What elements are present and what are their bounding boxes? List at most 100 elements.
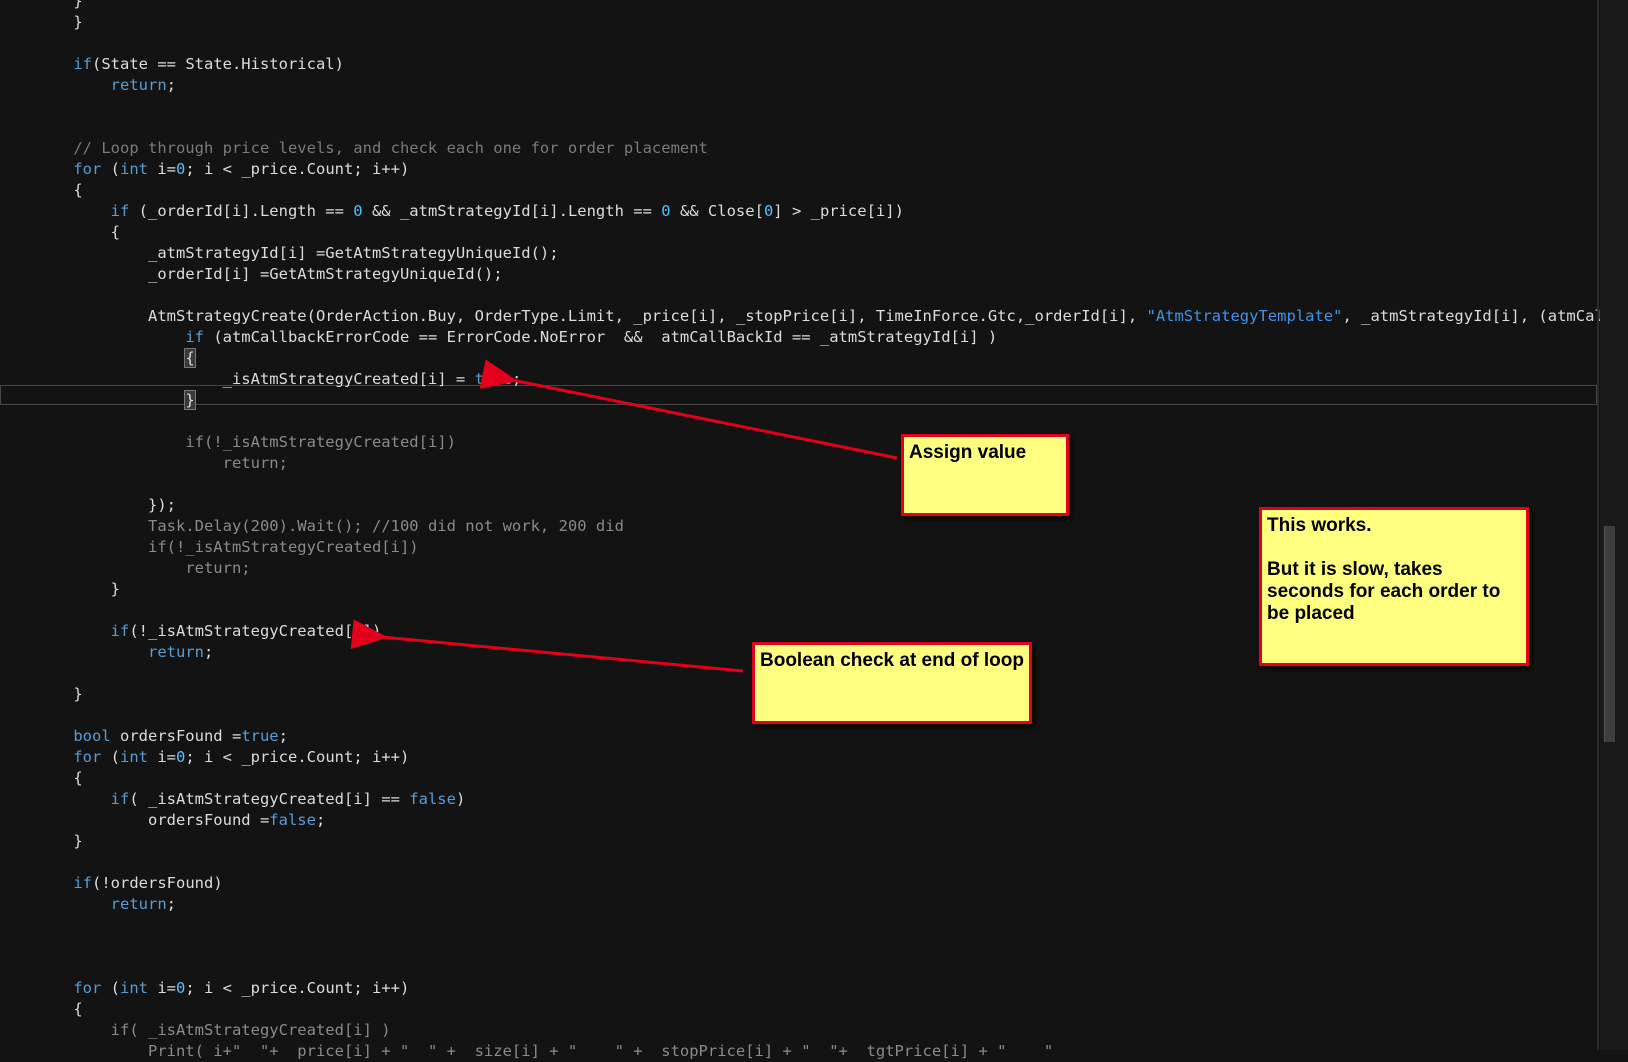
code-token: int: [120, 979, 148, 997]
code-token: return: [110, 895, 167, 913]
this-works-note: This works. But it is slow, takes second…: [1259, 507, 1529, 666]
code-token: 0: [353, 202, 363, 220]
code-line: }: [36, 579, 120, 600]
code-token: ;: [203, 643, 214, 661]
code-token: && _atmStrategyId[i].Length ==: [362, 202, 662, 220]
code-token: {: [36, 181, 83, 199]
code-token: return: [110, 76, 167, 94]
code-token: i=: [148, 748, 176, 766]
code-token: && Close[: [670, 202, 764, 220]
code-line: // Loop through price levels, and check …: [36, 138, 708, 159]
code-token: _atmStrategyId[i] =GetAtmStrategyUniqueI…: [36, 244, 559, 262]
code-token: ;: [511, 370, 522, 388]
code-token: if: [185, 328, 204, 346]
code-token: {: [36, 769, 83, 787]
code-token: return: [147, 643, 204, 661]
code-line: for (int i=0; i < _price.Count; i++): [36, 159, 409, 180]
code-token: (State == State.Historical): [92, 55, 344, 73]
code-token: for: [73, 748, 102, 766]
assign-value-note: Assign value: [901, 434, 1069, 516]
code-token: true: [241, 727, 279, 745]
code-token: // Loop through price levels, and check …: [73, 139, 708, 157]
code-line: if( _isAtmStrategyCreated[i] == false): [36, 789, 466, 810]
code-token: {: [184, 348, 196, 368]
code-token: ;: [315, 811, 326, 829]
code-token: 0: [763, 202, 774, 220]
code-line: {: [36, 999, 83, 1020]
code-token: ; i < _price.Count; i++): [185, 748, 410, 766]
code-token: ( _isAtmStrategyCreated[i] ==: [129, 790, 410, 808]
code-token: ] > _price[i]): [773, 202, 904, 220]
code-token: ;: [166, 895, 176, 913]
code-token: "AtmStrategyTemplate": [1146, 307, 1343, 325]
code-token: }: [36, 685, 83, 703]
code-line: if (atmCallbackErrorCode == ErrorCode.No…: [36, 327, 997, 348]
code-token: if(!_isAtmStrategyCreated[i]): [185, 433, 456, 451]
code-token: false: [409, 790, 456, 808]
code-token: for: [73, 160, 102, 178]
code-line: if(!_isAtmStrategyCreated[i]): [36, 537, 419, 558]
code-token: ;: [278, 727, 288, 745]
code-line: ordersFound =false;: [36, 810, 325, 831]
code-line: }: [36, 0, 82, 12]
code-line: return;: [36, 75, 176, 96]
code-token: _isAtmStrategyCreated[i] =: [36, 370, 475, 388]
code-token: 0: [176, 748, 186, 766]
code-line: if(!ordersFound): [36, 873, 222, 894]
code-token: Task.Delay(200).Wait(); //100 did not wo…: [147, 517, 624, 535]
code-line: Print( i+" "+ price[i] + " " + size[i] +…: [36, 1041, 1053, 1062]
code-token: _orderId[i] =GetAtmStrategyUniqueId();: [36, 265, 503, 283]
scrollbar-thumb[interactable]: [1604, 526, 1615, 742]
code-token: 0: [661, 202, 671, 220]
code-line: }: [36, 12, 83, 33]
vertical-scrollbar[interactable]: [1600, 0, 1628, 1050]
code-token: ; i < _price.Count; i++): [185, 160, 410, 178]
code-line: return;: [36, 558, 251, 579]
code-token: AtmStrategyCreate(OrderAction.Buy, Order…: [36, 307, 1147, 325]
code-token: 0: [176, 160, 186, 178]
code-token: return;: [185, 559, 251, 577]
code-token: (: [101, 160, 120, 178]
code-line: if(State == State.Historical): [36, 54, 344, 75]
code-token: (!_isAtmStrategyCreated[i]): [129, 622, 382, 640]
code-token: }: [36, 832, 83, 850]
code-token: true: [474, 370, 512, 388]
code-line: AtmStrategyCreate(OrderAction.Buy, Order…: [36, 306, 1628, 327]
code-token: (: [101, 748, 120, 766]
code-line: }: [36, 831, 83, 852]
code-token: }: [36, 13, 83, 31]
code-token: return;: [222, 454, 288, 472]
code-token: {: [36, 1000, 83, 1018]
code-token: });: [36, 496, 176, 514]
code-token: i=: [148, 979, 176, 997]
code-token: 0: [176, 979, 186, 997]
code-line: for (int i=0; i < _price.Count; i++): [36, 747, 409, 768]
code-line: if( _isAtmStrategyCreated[i] ): [36, 1020, 391, 1041]
code-token: , _atmStrategyId[i], (atmCallbackE: [1342, 307, 1628, 325]
code-token: ordersFound =: [110, 727, 242, 745]
code-token: if: [110, 622, 130, 640]
code-line: return;: [36, 642, 213, 663]
code-line: }: [36, 684, 83, 705]
code-token: if(!_isAtmStrategyCreated[i]): [147, 538, 419, 556]
code-line: if(!_isAtmStrategyCreated[i]): [36, 432, 456, 453]
code-token: ; i < _price.Count; i++): [185, 979, 410, 997]
code-token: {: [36, 223, 120, 241]
code-token: }: [36, 580, 120, 598]
code-line: }: [36, 390, 196, 411]
